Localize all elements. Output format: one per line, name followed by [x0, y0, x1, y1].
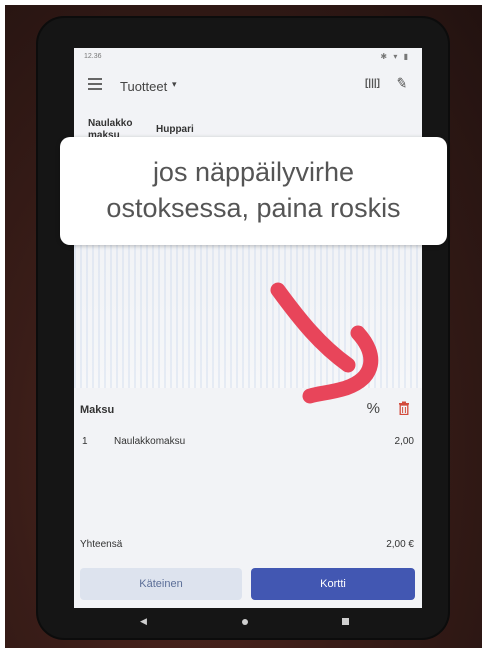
menu-icon[interactable] [88, 78, 102, 90]
item-name: Naulakkomaksu [114, 436, 186, 447]
instruction-callout: jos näppäilyvirhe ostoksessa, paina rosk… [60, 137, 447, 245]
list-item[interactable]: 1 Naulakkomaksu 2,00 [74, 430, 422, 452]
callout-line-1: jos näppäilyvirhe [152, 157, 355, 187]
total-row: Yhteensä 2,00 € [74, 534, 422, 554]
status-icons: ✱ ▾ ▮ [380, 52, 410, 61]
status-bar: 12.36 ✱ ▾ ▮ [74, 48, 422, 66]
recent-apps-icon[interactable] [342, 618, 349, 625]
payment-header: Maksu % [74, 396, 422, 420]
payment-title: Maksu [80, 404, 115, 416]
barcode-icon[interactable]: [|||] [365, 78, 380, 89]
back-icon[interactable]: ◀ [140, 616, 147, 627]
product-tab-huppari[interactable]: Huppari [156, 124, 194, 135]
chevron-down-icon[interactable]: ▾ [172, 79, 177, 90]
item-price: 2,00 [394, 436, 414, 447]
callout-line-2: ostoksessa, paina roskis [106, 193, 401, 223]
android-nav-bar: ◀ [74, 612, 422, 632]
total-label: Yhteensä [80, 539, 123, 550]
item-quantity: 1 [82, 436, 88, 447]
cash-button[interactable]: Käteinen [80, 568, 242, 600]
card-button[interactable]: Kortti [251, 568, 415, 600]
trash-icon[interactable] [398, 401, 410, 415]
app-bar: Tuotteet ▾ [|||] ✎ [74, 66, 422, 104]
home-icon[interactable] [242, 619, 248, 625]
pencil-icon[interactable]: ✎ [395, 74, 409, 93]
app-title[interactable]: Tuotteet [120, 79, 167, 94]
total-value: 2,00 € [386, 539, 414, 550]
status-time: 12.36 [84, 53, 102, 60]
tablet-screen: 12.36 ✱ ▾ ▮ Tuotteet ▾ [|||] ✎ Naulakko … [74, 48, 422, 608]
discount-icon[interactable]: % [367, 400, 380, 417]
